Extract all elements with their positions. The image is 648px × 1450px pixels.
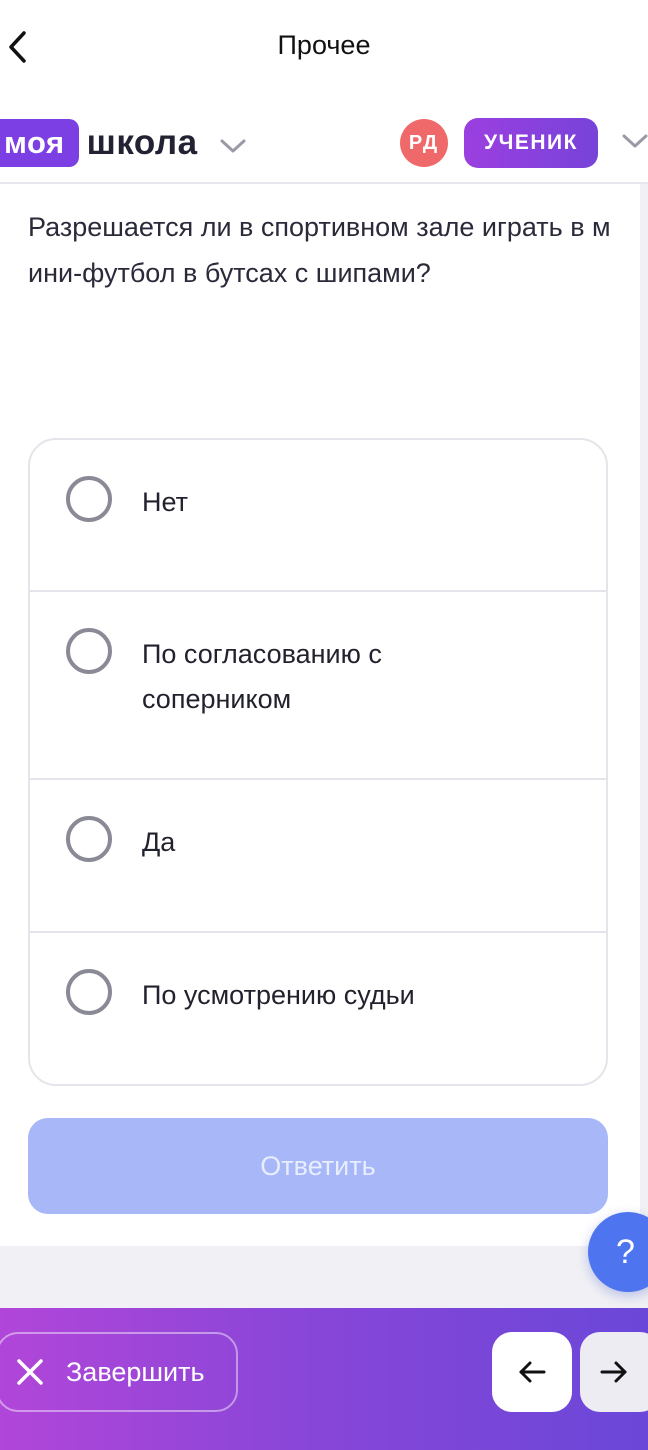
previous-question-button[interactable] [492, 1332, 572, 1412]
radio-button[interactable] [66, 476, 112, 522]
answer-option[interactable]: По согласованию с соперником [30, 592, 606, 780]
page-title: Прочее [277, 30, 371, 60]
role-chevron-down-icon[interactable] [622, 134, 648, 148]
question-text: Разрешается ли в спортивном зале играть … [28, 212, 611, 288]
answer-option-label: Нет [142, 487, 188, 517]
avatar[interactable]: РД [400, 119, 448, 167]
answer-option-label: Да [142, 827, 176, 857]
finish-button[interactable]: Завершить [0, 1332, 238, 1412]
arrow-left-icon [519, 1361, 546, 1383]
role-badge[interactable]: УЧЕНИК [464, 118, 598, 168]
answer-options: Нет По согласованию с соперником Да По у… [28, 438, 608, 1086]
radio-button[interactable] [66, 816, 112, 862]
answer-option-label: По усмотрению судьи [142, 980, 415, 1010]
answer-option[interactable]: По усмотрению судьи [30, 933, 606, 1084]
logo-moya: моя [0, 119, 79, 167]
chevron-down-icon [220, 139, 246, 153]
question-card: Разрешается ли в спортивном зале играть … [0, 184, 640, 1246]
answer-option[interactable]: Нет [30, 440, 606, 592]
school-header: моя школа РД УЧЕНИК [0, 100, 648, 184]
answer-option[interactable]: Да [30, 780, 606, 933]
next-question-button[interactable] [580, 1332, 648, 1412]
answer-option-label: По согласованию с соперником [142, 639, 382, 714]
submit-answer-button[interactable]: Ответить [28, 1118, 608, 1214]
radio-button[interactable] [66, 969, 112, 1015]
radio-button[interactable] [66, 628, 112, 674]
arrow-right-icon [600, 1361, 627, 1383]
help-icon: ? [616, 1232, 635, 1271]
page: Прочее моя школа РД УЧЕНИК Разрешается л… [0, 0, 648, 1450]
logo-shkola: школа [86, 123, 198, 162]
top-bar: Прочее [0, 0, 648, 100]
bottom-bar: Завершить [0, 1308, 648, 1450]
close-icon [17, 1359, 43, 1385]
finish-button-label: Завершить [66, 1356, 205, 1387]
school-switcher[interactable]: моя школа [0, 118, 246, 168]
